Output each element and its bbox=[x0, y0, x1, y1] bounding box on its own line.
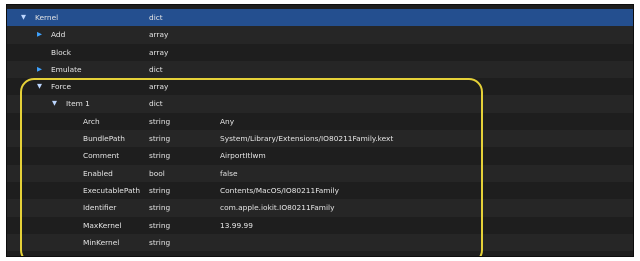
value-cell[interactable]: Contents/Info.plist bbox=[220, 251, 620, 256]
type-cell[interactable]: string bbox=[149, 199, 219, 216]
type-cell[interactable]: dict bbox=[149, 61, 219, 78]
key-label: Identifier bbox=[83, 203, 117, 213]
value-cell[interactable]: System/Library/Extensions/IO80211Family.… bbox=[220, 130, 620, 147]
disclosure-collapsed-icon[interactable]: ▶ bbox=[37, 26, 42, 43]
value-cell[interactable] bbox=[220, 61, 620, 78]
key-cell: MaxKernel bbox=[7, 217, 143, 234]
type-cell[interactable]: array bbox=[149, 26, 219, 43]
key-cell: ▼ Kernel bbox=[7, 9, 143, 26]
value-cell[interactable]: false bbox=[220, 165, 620, 182]
key-cell: PlistPath bbox=[7, 251, 143, 256]
plist-editor-window: ▼ Kernel dict ▶ Add array Block array ▶ Emulate di… bbox=[6, 4, 634, 257]
type-cell[interactable]: string bbox=[149, 234, 219, 251]
key-cell: MinKernel bbox=[7, 234, 143, 251]
plist-row-minkernel[interactable]: MinKernel string bbox=[7, 233, 633, 252]
key-cell: ▼ Force bbox=[7, 78, 143, 95]
key-label: Arch bbox=[83, 116, 100, 126]
value-cell[interactable]: com.apple.iokit.IO80211Family bbox=[220, 199, 620, 216]
type-cell[interactable]: bool bbox=[149, 165, 219, 182]
key-label: Add bbox=[51, 30, 66, 40]
key-label: Item 1 bbox=[66, 99, 90, 109]
plist-row-item-1[interactable]: ▼ Item 1 dict bbox=[7, 95, 633, 113]
plist-row-add[interactable]: ▶ Add array bbox=[7, 26, 633, 44]
key-cell: BundlePath bbox=[7, 130, 143, 147]
key-label: PlistPath bbox=[83, 251, 115, 256]
key-cell: Identifier bbox=[7, 199, 143, 216]
type-cell[interactable]: array bbox=[149, 78, 219, 95]
disclosure-expanded-icon[interactable]: ▼ bbox=[21, 9, 26, 26]
plist-row-kernel[interactable]: ▼ Kernel dict bbox=[7, 9, 633, 27]
key-label: Emulate bbox=[51, 64, 82, 74]
key-label: MaxKernel bbox=[83, 220, 122, 230]
key-label: Enabled bbox=[83, 168, 113, 178]
key-label: MinKernel bbox=[83, 237, 120, 247]
plist-row-arch[interactable]: Arch string Any bbox=[7, 113, 633, 130]
plist-row-enabled[interactable]: Enabled bool false bbox=[7, 164, 633, 182]
key-cell: ▶ Add bbox=[7, 26, 143, 43]
key-cell: ▼ Item 1 bbox=[7, 95, 143, 112]
key-cell: ▶ Emulate bbox=[7, 61, 143, 78]
type-cell[interactable]: string bbox=[149, 217, 219, 234]
key-label: Block bbox=[51, 47, 71, 57]
key-cell: Arch bbox=[7, 113, 143, 130]
disclosure-expanded-icon[interactable]: ▼ bbox=[37, 78, 42, 95]
plist-row-force[interactable]: ▼ Force array bbox=[7, 78, 633, 95]
plist-outline: ▼ Kernel dict ▶ Add array Block array ▶ Emulate di… bbox=[7, 9, 633, 256]
value-cell[interactable]: 13.99.99 bbox=[220, 217, 620, 234]
value-cell[interactable]: AirportItlwm bbox=[220, 147, 620, 164]
plist-row-emulate[interactable]: ▶ Emulate dict bbox=[7, 60, 633, 79]
type-cell[interactable]: string bbox=[149, 130, 219, 147]
type-cell[interactable]: string bbox=[149, 113, 219, 130]
key-label: Force bbox=[51, 82, 71, 92]
key-label: ExecutablePath bbox=[83, 185, 141, 195]
type-cell[interactable]: string bbox=[149, 182, 219, 199]
value-cell[interactable] bbox=[220, 26, 620, 43]
value-cell[interactable] bbox=[220, 44, 620, 61]
plist-row-comment[interactable]: Comment string AirportItlwm bbox=[7, 147, 633, 164]
type-cell[interactable]: array bbox=[149, 44, 219, 61]
plist-row-block[interactable]: Block array bbox=[7, 44, 633, 61]
key-label: Kernel bbox=[35, 13, 59, 22]
plist-row-plistpath[interactable]: PlistPath stringContents/Info.plist bbox=[7, 251, 633, 256]
key-label: Comment bbox=[83, 151, 120, 161]
value-cell[interactable] bbox=[220, 95, 620, 112]
plist-row-identifier[interactable]: Identifier string com.apple.iokit.IO80211F… bbox=[7, 199, 633, 217]
key-cell: Enabled bbox=[7, 165, 143, 182]
disclosure-collapsed-icon[interactable]: ▶ bbox=[37, 61, 42, 78]
key-label: BundlePath bbox=[83, 134, 125, 144]
type-cell[interactable]: dict bbox=[149, 95, 219, 112]
type-cell[interactable]: string bbox=[149, 251, 219, 256]
disclosure-expanded-icon[interactable]: ▼ bbox=[52, 95, 57, 112]
plist-row-bundlepath[interactable]: BundlePath string System/Library/Extension… bbox=[7, 130, 633, 148]
value-cell[interactable]: Any bbox=[220, 113, 620, 130]
key-cell: Comment bbox=[7, 147, 143, 164]
type-cell[interactable]: string bbox=[149, 147, 219, 164]
value-cell[interactable] bbox=[220, 9, 620, 26]
value-cell[interactable] bbox=[220, 78, 620, 95]
type-cell[interactable]: dict bbox=[149, 9, 219, 26]
value-cell[interactable] bbox=[220, 234, 620, 251]
plist-row-maxkernel[interactable]: MaxKernel string 13.99.99 bbox=[7, 217, 633, 234]
key-cell: Block bbox=[7, 44, 143, 61]
key-cell: ExecutablePath bbox=[7, 182, 143, 199]
value-cell[interactable]: Contents/MacOS/IO80211Family bbox=[220, 182, 620, 199]
plist-row-executablepath[interactable]: ExecutablePath string Contents/MacOS/IO802… bbox=[7, 182, 633, 199]
